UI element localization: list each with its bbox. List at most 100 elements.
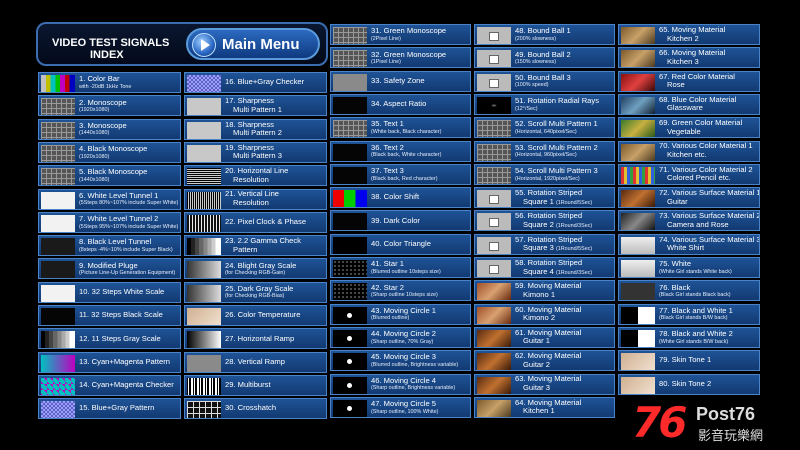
signal-thumbnail	[333, 27, 367, 44]
signal-item[interactable]: 6. White Level Tunnel 1 (5Steps 80%~107% …	[38, 188, 181, 210]
signal-item[interactable]: 59. Moving Material Kimono 1	[474, 280, 615, 302]
signal-item[interactable]: 17. Sharpness Multi Pattern 1	[184, 95, 327, 117]
signal-item[interactable]: 29. Multiburst	[184, 374, 327, 396]
signal-title-line2: Resolution	[233, 198, 269, 207]
signal-item[interactable]: 56. Rotation Striped Square 2 (1Round/3Se…	[474, 210, 615, 232]
signal-item[interactable]: 48. Bound Ball 1 (200% slowness)	[474, 24, 615, 45]
signal-item[interactable]: 21. Vertical Line Resolution	[184, 188, 327, 210]
signal-item[interactable]: 16. Blue+Gray Checker	[184, 72, 327, 93]
signal-item[interactable]: 5. Black Monoscope (1440x1080)	[38, 165, 181, 187]
signal-item[interactable]: 66. Moving Material Kitchen 3	[618, 47, 760, 69]
signal-thumbnail	[477, 260, 511, 277]
signal-item[interactable]: 67. Red Color Material Rose	[618, 70, 760, 92]
signal-title: 48. Bound Ball 1	[515, 26, 571, 36]
signal-item[interactable]: 35. Text 1 (White back, Black character)	[330, 117, 471, 139]
signal-item[interactable]: 52. Scroll Multi Pattern 1 (Horizontal, 6…	[474, 117, 615, 139]
signal-title: 27. Horizontal Ramp	[225, 333, 295, 343]
signal-item[interactable]: 55. Rotation Striped Square 1 (1Round/5Se…	[474, 187, 615, 209]
signal-item[interactable]: 4. Black Monoscope (1920x1080)	[38, 141, 181, 163]
signal-item[interactable]: 69. Green Color Material Vegetable	[618, 117, 760, 139]
signal-item[interactable]: 3. Monoscope (1440x1080)	[38, 118, 181, 140]
signal-subtitle: (2Pixel Line)	[371, 35, 401, 42]
signal-item[interactable]: 18. Sharpness Multi Pattern 2	[184, 118, 327, 140]
signal-item[interactable]: 61. Moving Material Guitar 1	[474, 326, 615, 348]
signal-item[interactable]: 51. Rotation Radial Rays (12°/Sec)	[474, 93, 615, 115]
signal-thumbnail	[621, 236, 655, 254]
signal-item[interactable]: 8. Black Level Tunnel (8steps -4%~10% inc…	[38, 235, 181, 257]
signal-thumbnail	[621, 190, 655, 208]
signal-item[interactable]: 20. Horizontal Line Resolution	[184, 165, 327, 187]
signal-item[interactable]: 46. Moving Circle 4 (Sharp outline, Brigh…	[330, 373, 471, 395]
signal-label: 55. Rotation Striped Square 1 (1Round/5Se…	[515, 188, 612, 207]
signal-item[interactable]: 71. Various Color Material 2 Colored Penc…	[618, 163, 760, 185]
signal-item[interactable]: 76. Black (Black Girl stands Black back)	[618, 280, 760, 302]
signal-item[interactable]: 58. Rotation Striped Square 4 (1Round/3Se…	[474, 257, 615, 278]
signal-item[interactable]: 68. Blue Color Material Glassware	[618, 93, 760, 115]
signal-item[interactable]: 9. Modified Pluge (Picture Line-Up Genera…	[38, 258, 181, 280]
signal-item[interactable]: 25. Dark Gray Scale (for Checking RGB-Bia…	[184, 281, 327, 303]
signal-item[interactable]: 22. Pixel Clock & Phase	[184, 211, 327, 233]
signal-item[interactable]: 79. Skin Tone 1	[618, 350, 760, 372]
signal-item[interactable]: 30. Crosshatch	[184, 398, 327, 420]
signal-item[interactable]: 28. Vertical Ramp	[184, 351, 327, 373]
signal-item[interactable]: 23. 2.2 Gamma Check Pattern	[184, 235, 327, 257]
signal-item[interactable]: 80. Skin Tone 2	[618, 373, 760, 395]
signal-item[interactable]: 1. Color Bar with -20dB 1kHz Tone	[38, 72, 181, 93]
signal-item[interactable]: 33. Safety Zone	[330, 70, 471, 92]
signal-item[interactable]: 39. Dark Color	[330, 210, 471, 232]
signal-item[interactable]: 38. Color Shift	[330, 187, 471, 209]
signal-item[interactable]: 26. Color Temperature	[184, 305, 327, 326]
signal-item[interactable]: 47. Moving Circle 5 (Sharp outline, 100% …	[330, 396, 471, 418]
signal-item[interactable]: 32. Green Monoscope (1Pixel Line)	[330, 47, 471, 69]
signal-item[interactable]: 60. Moving Material Kimono 2	[474, 303, 615, 325]
signal-item[interactable]: 77. Black and White 1 (Black Girl stands …	[618, 303, 760, 325]
signal-item[interactable]: 15. Blue+Gray Pattern	[38, 398, 181, 420]
signal-label: 48. Bound Ball 1 (200% slowness)	[515, 25, 612, 44]
signal-item[interactable]: 14. Cyan+Magenta Checker	[38, 374, 181, 396]
signal-item[interactable]: 41. Star 1 (Blurred outline 10steps size)	[330, 257, 471, 278]
signal-item[interactable]: 11. 32 Steps Black Scale	[38, 305, 181, 326]
signal-item[interactable]: 64. Moving Material Kitchen 1	[474, 396, 615, 418]
signal-item[interactable]: 13. Cyan+Magenta Pattern	[38, 351, 181, 373]
signal-item[interactable]: 19. Sharpness Multi Pattern 3	[184, 141, 327, 163]
signal-title: 52. Scroll Multi Pattern 1	[515, 119, 598, 129]
signal-item[interactable]: 49. Bound Ball 2 (150% slowness)	[474, 47, 615, 69]
main-menu-button[interactable]: Main Menu	[186, 28, 320, 60]
signal-item[interactable]: 27. Horizontal Ramp	[184, 328, 327, 350]
signal-item[interactable]: 2. Monoscope (1920x1080)	[38, 95, 181, 117]
signal-item[interactable]: 50. Bound Ball 3 (100% speed)	[474, 70, 615, 92]
signal-item[interactable]: 45. Moving Circle 3 (Blurred outline, Bri…	[330, 350, 471, 372]
signal-item[interactable]: 74. Various Surface Material 3 White Shir…	[618, 233, 760, 255]
signal-item[interactable]: 43. Moving Circle 1 (Blurred outline)	[330, 303, 471, 325]
signal-title: 8. Black Level Tunnel	[79, 237, 152, 247]
signal-item[interactable]: 40. Color Triangle	[330, 233, 471, 255]
signal-item[interactable]: 62. Moving Material Guitar 2	[474, 350, 615, 372]
signal-item[interactable]: 57. Rotation Striped Square 3 (1Round/5Se…	[474, 233, 615, 255]
signal-item[interactable]: 53. Scroll Multi Pattern 2 (Horizontal, 9…	[474, 140, 615, 162]
signal-item[interactable]: 70. Various Color Material 1 Kitchen etc.	[618, 140, 760, 162]
signal-label: 29. Multiburst	[225, 376, 324, 395]
signal-item[interactable]: 37. Text 3 (Black back, Red character)	[330, 163, 471, 185]
signal-item[interactable]: 42. Star 2 (Sharp outline 10steps size)	[330, 280, 471, 302]
signal-title: 4. Black Monoscope	[79, 144, 148, 154]
signal-item[interactable]: 72. Various Surface Material 1 Guitar	[618, 187, 760, 209]
signal-thumbnail	[187, 191, 221, 209]
signal-item[interactable]: 65. Moving Material Kitchen 2	[618, 24, 760, 45]
signal-item[interactable]: 63. Moving Material Guitar 3	[474, 373, 615, 395]
signal-item[interactable]: 7. White Level Tunnel 2 (5Steps 95%~107% …	[38, 211, 181, 233]
signal-item[interactable]: 31. Green Monoscope (2Pixel Line)	[330, 24, 471, 45]
signal-item[interactable]: 10. 32 Steps White Scale	[38, 281, 181, 303]
signal-item[interactable]: 44. Moving Circle 2 (Sharp outline, 70% G…	[330, 326, 471, 348]
signal-subtitle: (5Steps 80%~107% include Super White)	[79, 200, 179, 207]
signal-item[interactable]: 54. Scroll Multi Pattern 3 (Horizontal, 1…	[474, 163, 615, 185]
signal-item[interactable]: 12. 11 Steps Gray Scale	[38, 328, 181, 350]
signal-item[interactable]: 73. Various Surface Material 2 Camera and…	[618, 210, 760, 232]
signal-thumbnail	[621, 306, 655, 324]
signal-item[interactable]: 34. Aspect Ratio	[330, 93, 471, 115]
signal-item[interactable]: 36. Text 2 (Black back, White character)	[330, 140, 471, 162]
signal-title: 37. Text 3	[371, 166, 404, 175]
signal-item[interactable]: 78. Black and White 2 (White Girl stands …	[618, 326, 760, 348]
signal-item[interactable]: 24. Blight Gray Scale (for Checking RGB-G…	[184, 258, 327, 280]
signal-title-line2: Resolution	[233, 174, 269, 184]
signal-item[interactable]: 75. White (White Girl stands White back)	[618, 257, 760, 278]
